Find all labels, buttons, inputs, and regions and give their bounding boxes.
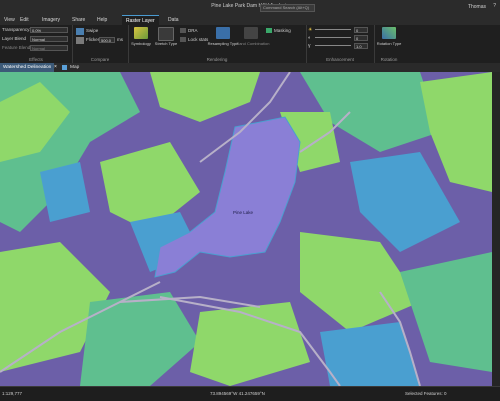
transparency-label: Transparency: [2,27,31,32]
contrast-icon: ◐ [308,35,312,41]
title-bar: Pine Lake Park Dam H&H Analysis Command … [0,0,500,15]
rotation-group: Rotation Type Rotation [374,25,404,63]
flicker-unit: ms [117,37,123,42]
brightness-field[interactable]: 0 [354,27,368,33]
symbology-icon[interactable] [134,27,148,39]
map-scale[interactable]: 1:129,777 [2,391,22,396]
tab-watershed-delineation[interactable]: Watershed Delineation [0,63,55,72]
contrast-field[interactable]: 0 [354,35,368,41]
rotation-group-label: Rotation [380,57,398,62]
flicker-icon[interactable] [76,37,84,44]
layer-blend-label: Layer Blend [2,36,27,41]
band-combination-button[interactable]: Band Combination [236,41,270,46]
menu-imagery[interactable]: Imagery [42,17,60,23]
rotation-type-button[interactable]: Rotation Type [374,41,404,46]
gamma-icon: γ [308,43,311,49]
selected-features-count[interactable]: Selected Features: 0 [405,391,447,396]
app-title: Pine Lake Park Dam H&H Analysis [211,3,289,9]
gamma-field[interactable]: 1.0 [354,43,368,49]
flicker-label[interactable]: Flicker [86,37,99,42]
menu-help[interactable]: Help [97,17,107,23]
lock-stats-icon[interactable] [180,37,186,42]
map-canvas[interactable]: Pine Lake [0,72,492,386]
rendering-group-label: Rendering [206,57,228,62]
resampling-type-button[interactable]: Resampling Type [206,41,240,46]
user-name[interactable]: Thomas [468,4,486,10]
swipe-label[interactable]: Swipe [86,28,98,33]
compare-group: Swipe Flicker 500.0 ms Compare [72,25,129,63]
map-view[interactable]: Pine Lake [0,72,492,386]
enhancement-group: ☀ 0 ◐ 0 γ 1.0 Enhancement [306,25,375,63]
compare-group-label: Compare [90,57,110,62]
menu-edit[interactable]: Edit [20,17,29,23]
band-combination-icon[interactable] [244,27,258,39]
contrast-slider[interactable] [315,37,351,38]
gamma-slider[interactable] [315,45,351,46]
symbology-button[interactable]: Symbology [128,41,154,46]
menu-bar: View Edit Imagery Share Help Raster Laye… [0,15,500,26]
tab-map[interactable]: Map [67,63,82,72]
masking-icon[interactable] [266,28,272,33]
ribbon: Transparency: 0.0% Layer Blend Normal Fe… [0,25,500,64]
rendering-group: Symbology Stretch Type DRA Lock stats Re… [128,25,307,63]
command-search-input[interactable]: Command Search (Alt+Q) [260,4,315,12]
feature-blend-label: Feature Blend [2,45,31,50]
stretch-type-icon[interactable] [158,27,174,41]
question-icon[interactable]: ? [493,3,496,9]
effects-group: Transparency: 0.0% Layer Blend Normal Fe… [0,25,73,63]
tab-data[interactable]: Data [168,17,179,23]
close-icon[interactable]: × [54,64,57,70]
coordinates-readout: 73.894569°W 41.247659°N [210,391,265,396]
dra-toggle[interactable] [180,28,186,33]
brightness-slider[interactable] [315,29,351,30]
lake-label: Pine Lake [233,210,254,215]
swipe-icon[interactable] [76,28,84,35]
effects-group-label: Effects [29,57,43,62]
feature-blend-select[interactable]: Normal [30,45,68,51]
menu-share[interactable]: Share [72,17,85,23]
dra-label: DRA [188,28,198,33]
menu-view[interactable]: View [4,17,15,23]
resampling-type-icon[interactable] [216,27,230,39]
masking-label[interactable]: Masking [274,28,291,33]
layer-blend-select[interactable]: Normal [30,36,68,42]
map-vertical-scrollbar[interactable] [492,72,500,386]
transparency-field[interactable]: 0.0% [30,27,68,33]
rotation-icon[interactable] [382,27,396,39]
status-bar: 1:129,777 73.894569°W 41.247659°N Select… [0,386,500,401]
stretch-type-button[interactable]: Stretch Type [154,41,178,46]
flicker-rate-field[interactable]: 500.0 [99,37,115,43]
enhancement-group-label: Enhancement [326,57,354,62]
brightness-icon: ☀ [308,27,313,33]
